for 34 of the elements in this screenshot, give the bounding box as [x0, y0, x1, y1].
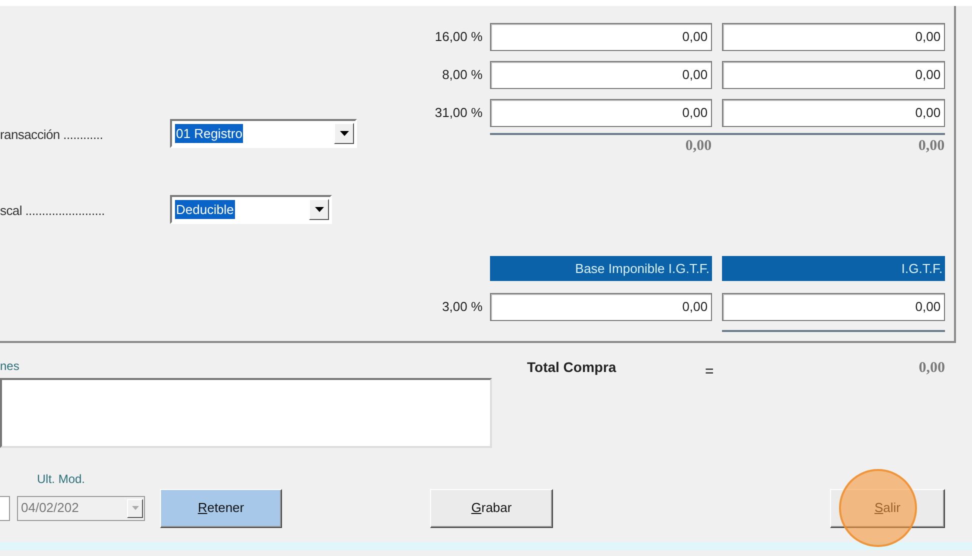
field-label: ransacción ............	[0, 126, 104, 144]
caret-icon	[340, 131, 348, 136]
dropdown-field[interactable]: 01 Registro	[170, 119, 357, 148]
field-label: nes	[0, 358, 20, 375]
dropdown-field[interactable]: Deducible	[170, 195, 332, 224]
total-amount: 0,00	[917, 137, 945, 156]
rate-label: 16,00 %	[434, 28, 483, 46]
rate-label: 31,00 %	[434, 104, 483, 122]
amount-field[interactable]: 0,00	[490, 61, 712, 89]
rate-label: 3,00 %	[441, 298, 483, 316]
field-label: Ult. Mod.	[37, 472, 86, 486]
amount-field[interactable]: 0,00	[722, 23, 945, 51]
amount-field[interactable]: 0,00	[490, 99, 712, 127]
column-header: I.G.T.F.	[722, 256, 945, 280]
caret-icon	[132, 506, 138, 510]
total-amount: 0,00	[684, 137, 712, 156]
column-header: Base Imponible I.G.T.F.	[490, 256, 712, 280]
button[interactable]: Grabar	[430, 488, 553, 528]
dropdown-button[interactable]	[309, 199, 329, 220]
equals-sign: =	[705, 362, 715, 382]
caret-icon	[314, 207, 324, 212]
button[interactable]: Retener	[160, 488, 282, 528]
total-value: 0,00	[918, 359, 945, 378]
notes-field[interactable]	[0, 378, 492, 448]
amount-field[interactable]: 0,00	[490, 292, 712, 320]
dropdown-button[interactable]	[334, 123, 354, 144]
amount-field[interactable]: 0,00	[722, 292, 945, 320]
rate-label: 8,00 %	[441, 66, 483, 84]
amount-field[interactable]: 0,00	[722, 99, 945, 127]
amount-field[interactable]: 0,00	[490, 23, 712, 51]
field-label: scal ........................	[0, 202, 106, 220]
amount-field[interactable]: 0,00	[722, 61, 945, 89]
total-label: Total Compra	[527, 358, 618, 377]
date-field[interactable]	[0, 496, 10, 520]
